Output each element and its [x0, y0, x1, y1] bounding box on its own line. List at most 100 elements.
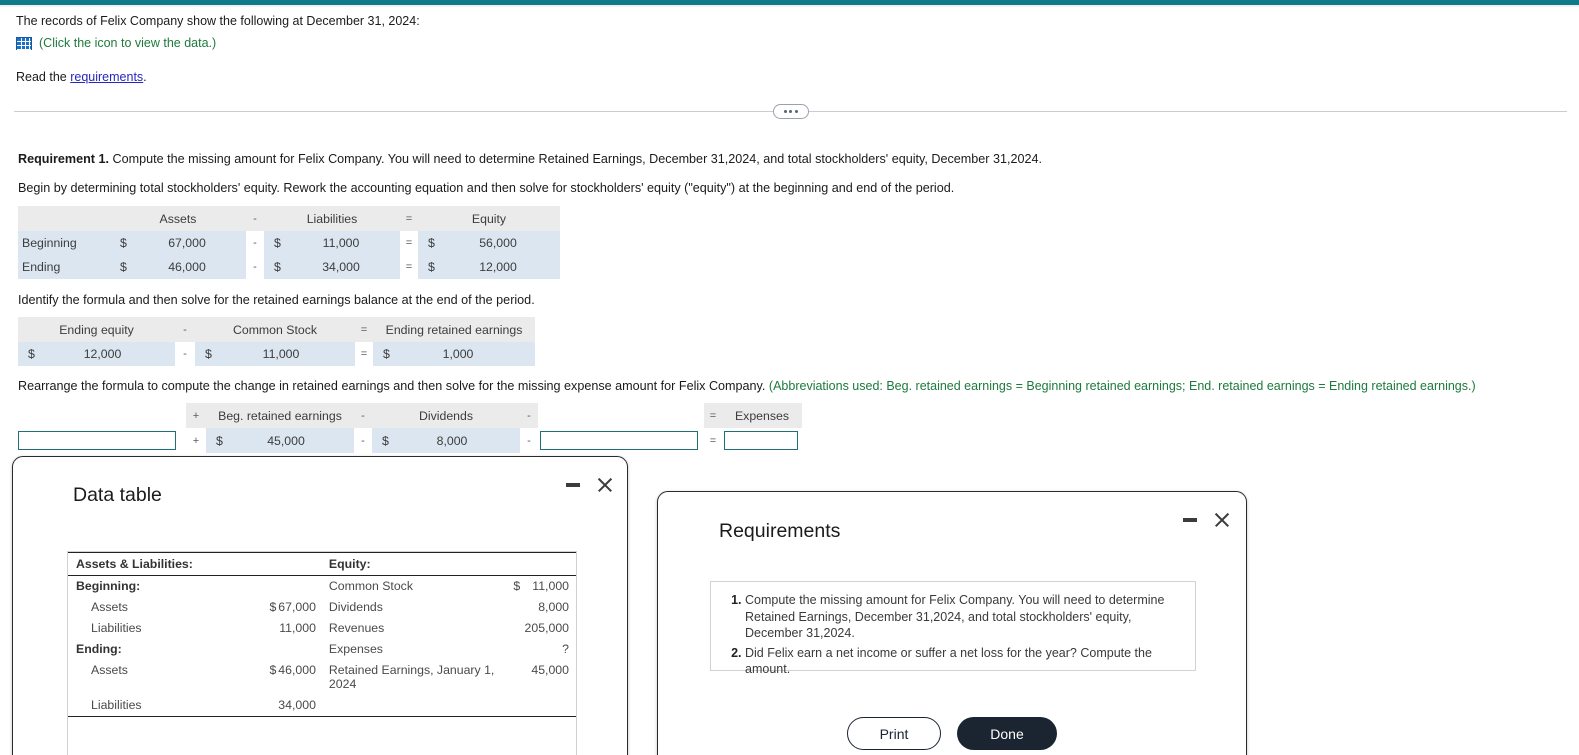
table-row: Beginning $ 67,000 - $ 11,000 = $ 56,000	[18, 231, 560, 255]
common-stock-amount: 11,000	[223, 342, 355, 366]
row-label-ending: Ending	[18, 255, 110, 279]
minimize-icon[interactable]	[1183, 518, 1197, 522]
data-icon-row: (Click the icon to view the data.)	[16, 36, 1116, 50]
dividends-amount: 8,000	[400, 428, 520, 453]
table-row: Liabilities 11,000 Revenues 205,000	[68, 618, 576, 639]
dt-right-val-3: ?	[562, 642, 569, 656]
expenses-input-cell	[722, 428, 802, 453]
table-header-row: Ending equity - Common Stock = Ending re…	[18, 317, 535, 342]
expenses-input[interactable]	[724, 431, 798, 450]
th-equity: Equity	[418, 206, 560, 231]
dt-right-cur-0: $	[513, 579, 521, 593]
end-retained-earnings-input-cell	[16, 428, 186, 453]
dt-header-right: Equity:	[321, 552, 495, 576]
table-row: $ 12,000 - $ 11,000 = $ 1,000	[18, 342, 535, 366]
table-row: Assets $ 46,000 Retained Earnings, Janua…	[68, 660, 576, 695]
section-divider	[14, 104, 1567, 120]
dt-left-cur-0	[215, 576, 279, 598]
step-3-text: Rearrange the formula to compute the cha…	[18, 379, 766, 393]
table-header-row: + Beg. retained earnings - Dividends - =…	[16, 403, 802, 428]
ending-retained-earnings-table: Ending equity - Common Stock = Ending re…	[18, 317, 535, 366]
requirement-1-label: Requirement 1.	[18, 152, 109, 166]
op-equals-2: =	[355, 342, 373, 366]
th-op-minus-2: -	[175, 317, 195, 342]
th-common-stock: Common Stock	[195, 317, 355, 342]
th-expenses: Expenses	[722, 403, 802, 428]
step-1-instruction: Begin by determining total stockholders'…	[18, 181, 955, 195]
requirements-dialog: Requirements Compute the missing amount …	[657, 491, 1247, 755]
beginning-equity-value: 56,000	[452, 231, 560, 255]
th-op-equals-3: =	[704, 403, 722, 428]
ending-equity-currency-2: $	[18, 342, 46, 366]
ending-assets-currency: $	[110, 255, 144, 279]
dt-right-val-1: 8,000	[538, 600, 569, 614]
dt-left-val-3	[278, 639, 322, 660]
dt-header-right-spacer	[494, 552, 521, 576]
data-icon-note: (Click the icon to view the data.)	[39, 36, 217, 50]
table-row: Ending $ 46,000 - $ 34,000 = $ 12,000	[18, 255, 560, 279]
th-op-equals-2: =	[355, 317, 373, 342]
common-stock-currency: $	[195, 342, 223, 366]
table-row: Assets $ 67,000 Dividends 8,000	[68, 597, 576, 618]
dt-left-label-5: Liabilities	[68, 695, 215, 717]
beginning-op-equals: =	[400, 231, 418, 255]
data-table-dialog-controls	[566, 477, 613, 493]
print-button[interactable]: Print	[847, 717, 941, 750]
requirement-1-heading: Requirement 1. Compute the missing amoun…	[18, 152, 1042, 166]
dt-left-cur-1: $	[269, 600, 277, 614]
list-item: Compute the missing amount for Felix Com…	[745, 592, 1182, 642]
beginning-op-minus: -	[246, 231, 264, 255]
dt-left-cur-5	[214, 695, 279, 717]
th-ending-equity: Ending equity	[18, 317, 175, 342]
beginning-liabilities-currency: $	[264, 231, 298, 255]
th-blank-input-2	[538, 403, 704, 428]
th-blank-input	[16, 403, 186, 428]
table-row: Liabilities 34,000	[68, 695, 576, 717]
beginning-liabilities-value: 11,000	[298, 231, 400, 255]
problem-statement: The records of Felix Company show the fo…	[16, 13, 1116, 84]
table-header-row: Assets & Liabilities: Equity:	[68, 552, 576, 576]
op-plus: +	[186, 428, 206, 453]
dt-left-label-4: Assets	[91, 663, 128, 677]
th-op-minus-4: -	[520, 403, 538, 428]
requirements-dialog-title: Requirements	[719, 520, 841, 542]
revenues-input-cell	[538, 428, 704, 453]
requirements-link[interactable]: requirements	[70, 70, 143, 84]
dt-left-label-1: Assets	[91, 600, 128, 614]
top-bar-shadow	[0, 5, 1579, 7]
op-minus-4: -	[520, 428, 538, 453]
minimize-icon[interactable]	[566, 483, 580, 487]
dt-left-val-1: 67,000	[278, 600, 316, 614]
dt-left-label-3: Ending:	[76, 642, 122, 656]
read-suffix: .	[143, 70, 147, 84]
close-icon[interactable]	[1214, 512, 1230, 528]
ending-liabilities-currency: $	[264, 255, 298, 279]
ending-op-minus: -	[246, 255, 264, 279]
table-grid-icon[interactable]	[16, 36, 32, 50]
th-beg-retained-earnings: Beg. retained earnings	[206, 403, 354, 428]
th-blank	[18, 206, 110, 231]
abbreviation-note: (Abbreviations used: Beg. retained earni…	[768, 379, 1476, 393]
dt-header-right-spacer2	[520, 552, 576, 576]
ending-equity-currency: $	[418, 255, 452, 279]
list-item: Did Felix earn a net income or suffer a …	[745, 645, 1182, 678]
expense-formula-table: + Beg. retained earnings - Dividends - =…	[16, 403, 802, 453]
requirements-list-box: Compute the missing amount for Felix Com…	[710, 581, 1196, 676]
dt-left-val-2: 11,000	[279, 621, 316, 635]
beg-re-amount: 45,000	[234, 428, 354, 453]
th-ending-retained-earnings: Ending retained earnings	[373, 317, 535, 342]
done-button[interactable]: Done	[957, 717, 1057, 750]
revenues-input[interactable]	[540, 431, 698, 450]
end-retained-earnings-input[interactable]	[18, 431, 176, 450]
data-table: Assets & Liabilities: Equity: Beginning:…	[68, 552, 576, 717]
close-icon[interactable]	[597, 477, 613, 493]
divider-more-button[interactable]	[772, 104, 809, 119]
th-liabilities: Liabilities	[264, 206, 400, 231]
dt-left-cur-2	[215, 618, 279, 639]
beginning-equity-currency: $	[418, 231, 452, 255]
dt-right-label-5	[321, 695, 495, 717]
ending-re-amount: 1,000	[397, 342, 535, 366]
read-requirements-line: Read the requirements.	[16, 70, 1116, 84]
dt-right-cur-3	[495, 639, 520, 660]
table-row: Beginning: Common Stock $ 11,000	[68, 576, 576, 598]
